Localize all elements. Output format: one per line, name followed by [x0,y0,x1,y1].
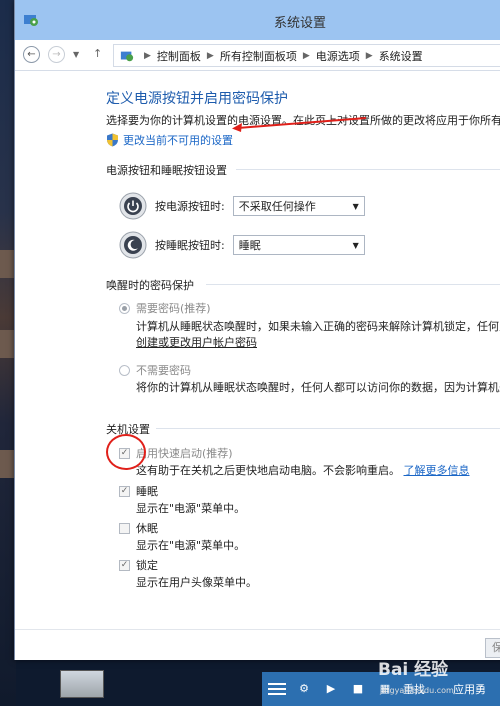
system-settings-window: 系统设置 ← → ▼ ↑ ▶ 控制面板 ▶ 所有控制面板项 ▶ 电源选项 ▶ 系… [14,0,500,660]
chevron-right-icon: ▶ [365,50,373,61]
menu-icon[interactable] [268,682,286,696]
power-buttons-section-heading: 电源按钮和睡眠按钮设置 [106,162,500,178]
sleep-description: 显示在"电源"菜单中。 [136,502,246,515]
back-button[interactable]: ← [23,46,40,63]
no-password-option[interactable]: 不需要密码 [119,362,191,378]
learn-more-link[interactable]: 了解更多信息 [404,464,470,477]
fast-startup-description-text: 这有助于在关机之后更快地启动电脑。不会影响重启。 [136,464,400,477]
shutdown-section-heading: 关机设置 [106,421,500,437]
hibernate-description: 显示在"电源"菜单中。 [136,539,246,552]
breadcrumb-item[interactable]: 系统设置 [379,48,423,64]
divider [236,169,500,170]
no-password-label: 不需要密码 [136,364,191,377]
sleep-option[interactable]: ✓ 睡眠 [119,483,158,499]
wake-password-section-heading: 唤醒时的密码保护 [106,277,500,293]
power-button-row: 按电源按钮时: 不采取任何操作 ▼ [119,192,365,220]
no-password-description: 将你的计算机从睡眠状态唤醒时，任何人都可以访问你的数据，因为计算机未 [136,381,500,394]
create-password-link[interactable]: 创建或更改用户帐户密码 [136,334,257,350]
lock-option[interactable]: ✓ 锁定 [119,557,158,573]
divider [206,284,500,285]
speaker-icon[interactable]: ▶ [322,682,340,696]
no-password-radio[interactable] [119,364,130,376]
uac-shield-icon [107,133,118,147]
power-button-action-select[interactable]: 不采取任何操作 ▼ [232,196,365,216]
gear-icon[interactable]: ⚙ [295,682,313,696]
taskbar-text[interactable]: 应用勇 [453,681,486,697]
address-bar: ← → ▼ ↑ ▶ 控制面板 ▶ 所有控制面板项 ▶ 电源选项 ▶ 系统设置 [15,40,500,71]
chevron-right-icon: ▶ [206,50,214,61]
up-arrow-icon[interactable]: ↑ [93,47,102,60]
chevron-down-icon: ▼ [352,201,359,211]
sleep-label: 睡眠 [136,485,158,498]
require-password-label: 需要密码(推荐) [136,302,211,315]
sleep-checkbox[interactable]: ✓ [119,485,130,497]
folder-icon[interactable]: ■ [349,682,367,696]
arrow-left-icon: ← [27,49,36,60]
sleep-button-action-value: 睡眠 [238,239,261,252]
title-bar[interactable]: 系统设置 [15,0,500,40]
annotation-arrow [232,117,367,132]
chevron-right-icon: ▶ [144,50,151,61]
change-unavailable-settings-link[interactable]: 更改当前不可用的设置 [106,132,233,148]
sleep-button-label: 按睡眠按钮时: [155,239,225,252]
chevron-down-icon: ▼ [352,240,359,250]
breadcrumb[interactable]: ▶ 控制面板 ▶ 所有控制面板项 ▶ 电源选项 ▶ 系统设置 [113,44,500,67]
hibernate-label: 休眠 [136,522,158,535]
save-changes-button[interactable]: 保 [485,638,500,658]
power-button-label: 按电源按钮时: [155,200,225,213]
fast-startup-description: 这有助于在关机之后更快地启动电脑。不会影响重启。 了解更多信息 [136,462,470,478]
control-panel-icon [120,51,134,61]
lock-label: 锁定 [136,559,158,572]
require-password-radio[interactable] [119,302,130,314]
watermark-url: jingyan.baidu.com [380,686,454,695]
lock-description: 显示在用户头像菜单中。 [136,576,257,589]
desktop-thumbnail [60,670,104,698]
sleep-button-row: 按睡眠按钮时: 睡眠 ▼ [119,231,365,259]
breadcrumb-item[interactable]: 电源选项 [316,48,360,64]
require-password-description: 计算机从睡眠状态唤醒时，如果未输入正确的密码来解除计算机锁定，任何人 [136,320,500,333]
hibernate-checkbox[interactable] [119,522,130,534]
lock-checkbox[interactable]: ✓ [119,559,130,571]
require-password-option[interactable]: 需要密码(推荐) [119,300,211,316]
breadcrumb-item[interactable]: 控制面板 [157,48,201,64]
arrow-right-icon: → [52,49,61,60]
change-unavailable-settings-label: 更改当前不可用的设置 [123,134,233,147]
forward-button[interactable]: → [48,46,65,63]
power-button-icon [119,192,147,220]
section-heading: 唤醒时的密码保护 [106,279,194,292]
annotation-circle [106,434,146,470]
watermark-logo: Bai 经验 [378,660,449,680]
page-title: 定义电源按钮并启用密码保护 [106,91,288,107]
sleep-button-action-select[interactable]: 睡眠 ▼ [232,235,365,255]
window-title: 系统设置 [273,16,326,31]
chevron-right-icon: ▶ [302,50,310,61]
breadcrumb-item[interactable]: 所有控制面板项 [220,48,297,64]
section-heading: 电源按钮和睡眠按钮设置 [106,164,227,177]
hibernate-option[interactable]: 休眠 [119,520,158,536]
fast-startup-label: 启用快速启动(推荐) [136,447,233,460]
settings-content: 定义电源按钮并启用密码保护 选择要为你的计算机设置的电源设置。在此页上对设置所做… [15,71,500,660]
sleep-button-icon [119,231,147,259]
power-button-action-value: 不采取任何操作 [238,200,316,213]
divider [156,428,500,429]
recent-pages-dropdown-icon[interactable]: ▼ [73,50,79,59]
